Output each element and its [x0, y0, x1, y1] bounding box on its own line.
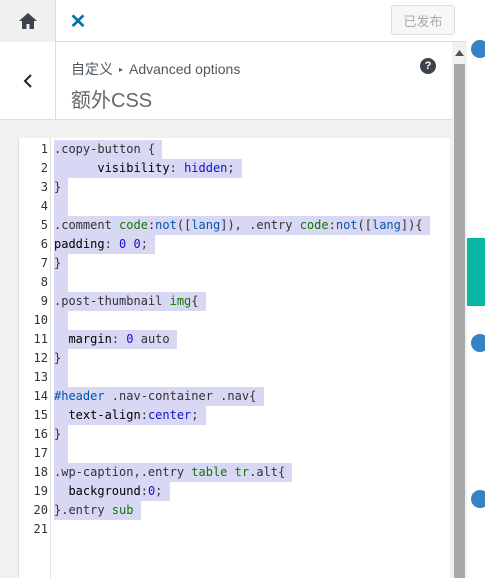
line-number: 21 — [33, 522, 48, 536]
breadcrumb: 自定义 ▸ Advanced options — [71, 59, 240, 79]
line-number: 10 — [33, 313, 48, 327]
code-line[interactable]: 4 — [19, 197, 449, 216]
line-number: 12 — [33, 351, 48, 365]
line-number: 3 — [40, 180, 48, 194]
code-text — [54, 197, 69, 216]
line-number: 7 — [40, 256, 48, 270]
code-line[interactable]: 18 .wp-caption,.entry table tr.alt{ — [19, 463, 449, 482]
help-icon[interactable]: ? — [420, 58, 436, 74]
code-line[interactable]: 11 margin: 0 auto — [19, 330, 449, 349]
code-line[interactable]: 14 #header .nav-container .nav{ — [19, 387, 449, 406]
line-number: 15 — [33, 408, 48, 422]
code-line[interactable]: 5 .comment code:not([lang]), .entry code:… — [19, 216, 449, 235]
scrollbar-thumb[interactable] — [454, 64, 465, 578]
code-text — [54, 273, 69, 292]
code-text: text-align:center; — [54, 406, 206, 425]
code-line[interactable]: 9 .post-thumbnail img{ — [19, 292, 449, 311]
code-text — [54, 444, 69, 463]
code-line[interactable]: 13 — [19, 368, 449, 387]
code-text: #header .nav-container .nav{ — [54, 387, 264, 406]
scrollbar[interactable] — [452, 42, 467, 578]
code-line[interactable]: 20 }.entry sub — [19, 501, 449, 520]
code-line[interactable]: 3} — [19, 178, 449, 197]
line-number: 16 — [33, 427, 48, 441]
code-text: background:0; — [54, 482, 170, 501]
line-number: 20 — [33, 503, 48, 517]
line-number: 18 — [33, 465, 48, 479]
breadcrumb-root: 自定义 — [71, 61, 113, 77]
code-text: .comment code:not([lang]), .entry code:n… — [54, 216, 430, 235]
edit-shortcut-icon[interactable] — [469, 38, 485, 60]
code-text: .copy-button { — [54, 140, 163, 159]
back-button[interactable] — [0, 42, 56, 120]
line-number: 5 — [40, 218, 48, 232]
home-icon — [18, 13, 37, 29]
code-line[interactable]: 8 — [19, 273, 449, 292]
code-text: visibility: hidden; — [54, 159, 242, 178]
top-toolbar: ✕ 已发布 — [0, 0, 467, 42]
line-number: 13 — [33, 370, 48, 384]
breadcrumb-arrow-icon: ▸ — [119, 64, 124, 74]
breadcrumb-current: Advanced options — [129, 61, 241, 77]
page-title: 额外CSS — [71, 90, 153, 112]
code-text — [54, 311, 69, 330]
edit-shortcut-icon[interactable] — [469, 332, 485, 354]
css-code-editor[interactable]: 1 .copy-button { 2 visibility: hidden; 3}… — [18, 138, 450, 578]
line-number: 9 — [40, 294, 48, 308]
line-number: 4 — [40, 199, 48, 213]
scroll-up-arrow-icon[interactable] — [452, 48, 467, 58]
code-text — [54, 368, 69, 387]
close-icon: ✕ — [69, 10, 87, 33]
close-button[interactable]: ✕ — [56, 0, 100, 42]
code-line[interactable]: 12} — [19, 349, 449, 368]
home-button[interactable] — [0, 0, 56, 42]
code-line[interactable]: 2 visibility: hidden; — [19, 159, 449, 178]
code-text: } — [54, 425, 69, 444]
line-number: 14 — [33, 389, 48, 403]
code-line[interactable]: 17 — [19, 444, 449, 463]
code-line[interactable]: 19 background:0; — [19, 482, 449, 501]
code-line[interactable]: 1 .copy-button { — [19, 140, 449, 159]
site-preview — [467, 0, 485, 578]
publish-button[interactable]: 已发布 — [391, 5, 455, 35]
code-text: .wp-caption,.entry table tr.alt{ — [54, 463, 293, 482]
code-line[interactable]: 21 — [19, 520, 449, 539]
line-number: 8 — [40, 275, 48, 289]
code-line[interactable]: 10 — [19, 311, 449, 330]
line-number: 11 — [33, 332, 48, 346]
code-text: margin: 0 auto — [54, 330, 177, 349]
code-text: }.entry sub — [54, 501, 141, 520]
code-line[interactable]: 16} — [19, 425, 449, 444]
code-line[interactable]: 7} — [19, 254, 449, 273]
code-text: } — [54, 254, 69, 273]
line-number: 2 — [40, 161, 48, 175]
code-line[interactable]: 15 text-align:center; — [19, 406, 449, 425]
code-text: .post-thumbnail img{ — [54, 292, 206, 311]
edit-shortcut-icon[interactable] — [469, 488, 485, 510]
preview-teal-block — [467, 238, 485, 306]
line-number: 6 — [40, 237, 48, 251]
line-number: 17 — [33, 446, 48, 460]
code-text: } — [54, 178, 69, 197]
code-text: padding: 0 0; — [54, 235, 156, 254]
chevron-left-icon — [23, 74, 32, 88]
code-text: } — [54, 349, 69, 368]
customizer-panel: ✕ 已发布 自定义 ▸ Advanced options 额外CSS ? 1 .c… — [0, 0, 485, 578]
section-header: 自定义 ▸ Advanced options 额外CSS ? — [0, 42, 452, 120]
line-number: 1 — [40, 142, 48, 156]
line-number: 19 — [33, 484, 48, 498]
code-line[interactable]: 6 padding: 0 0; — [19, 235, 449, 254]
